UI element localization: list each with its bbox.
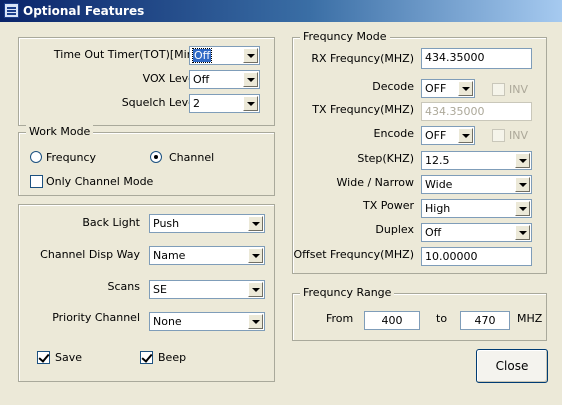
channel-radio[interactable] (150, 151, 162, 163)
frequncy-mode-legend: Frequncy Mode (300, 30, 390, 43)
squelch-select[interactable]: 2 (189, 94, 260, 113)
encode-inv-checkbox[interactable] (492, 129, 505, 142)
encode-label: Encode (373, 127, 414, 140)
squelch-dropdown-arrow-icon[interactable] (243, 96, 258, 111)
offset-frequncy-input[interactable]: 10.00000 (421, 247, 532, 266)
vox-dropdown-arrow-icon[interactable] (243, 72, 258, 87)
from-frequncy-input[interactable]: 400 (364, 311, 420, 330)
rx-frequncy-value: 434.35000 (425, 51, 485, 64)
step-select[interactable]: 12.5 (421, 151, 532, 170)
frequncy-radio-label[interactable]: Frequncy (46, 151, 96, 164)
close-button[interactable]: Close (476, 349, 548, 383)
scans-dropdown-arrow-icon[interactable] (248, 282, 263, 297)
display-group: Back Light Push Channel Disp Way Name Sc… (18, 204, 275, 382)
channel-disp-dropdown-arrow-icon[interactable] (248, 248, 263, 263)
rx-frequncy-label: RX Frequncy(MHZ) (311, 52, 414, 65)
close-button-label: Close (495, 359, 529, 373)
tx-frequncy-label: TX Frequncy(MHZ) (312, 103, 414, 116)
wide-narrow-select[interactable]: Wide (421, 175, 532, 194)
encode-inv-label: INV (509, 129, 528, 142)
back-light-dropdown-arrow-icon[interactable] (248, 216, 263, 231)
to-label: to (436, 312, 448, 325)
decode-inv-label: INV (509, 83, 528, 96)
optional-features-window: Optional Features Time Out Timer(TOT)[Mi… (0, 0, 562, 405)
frequncy-range-group: Frequncy Range From 400 to 470 MHZ (292, 286, 547, 341)
priority-channel-value: None (153, 315, 182, 328)
vox-select[interactable]: Off (189, 70, 260, 89)
priority-channel-label: Priority Channel (52, 311, 140, 324)
duplex-dropdown-arrow-icon[interactable] (515, 225, 530, 240)
tx-power-select[interactable]: High (421, 199, 532, 218)
save-label[interactable]: Save (55, 351, 82, 364)
frequncy-mode-group: Frequncy Mode RX Frequncy(MHZ) 434.35000… (292, 30, 547, 274)
offset-frequncy-value: 10.00000 (425, 250, 478, 263)
only-channel-mode-label[interactable]: Only Channel Mode (46, 175, 153, 188)
squelch-value: 2 (193, 97, 200, 110)
tx-power-label: TX Power (362, 199, 414, 212)
tot-select[interactable]: Off (189, 46, 260, 65)
title-bar[interactable]: Optional Features (0, 0, 562, 22)
tx-frequncy-value: 434.35000 (425, 105, 485, 118)
decode-label: Decode (372, 80, 414, 93)
tot-value: Off (191, 48, 213, 63)
tot-dropdown-arrow-icon[interactable] (243, 48, 258, 63)
only-channel-mode-checkbox[interactable] (30, 175, 43, 188)
encode-value: OFF (425, 129, 447, 142)
back-light-label: Back Light (82, 216, 140, 229)
frequncy-range-legend: Frequncy Range (300, 286, 395, 299)
beep-label[interactable]: Beep (158, 351, 186, 364)
encode-select[interactable]: OFF (421, 126, 475, 145)
rx-frequncy-input[interactable]: 434.35000 (421, 48, 532, 69)
wide-narrow-dropdown-arrow-icon[interactable] (515, 177, 530, 192)
scans-select[interactable]: SE (149, 280, 265, 299)
channel-disp-label: Channel Disp Way (40, 248, 140, 261)
squelch-label: Squelch Level (121, 96, 198, 109)
from-label: From (326, 312, 354, 325)
priority-channel-dropdown-arrow-icon[interactable] (248, 314, 263, 329)
work-mode-group: Work Mode Frequncy Channel Only Channel … (18, 125, 275, 196)
save-checkbox[interactable] (37, 351, 50, 364)
offset-frequncy-label: Offset Frequncy(MHZ) (293, 248, 414, 261)
tx-power-value: High (425, 202, 451, 215)
decode-inv-checkbox[interactable] (492, 83, 505, 96)
back-light-value: Push (153, 217, 180, 230)
decode-select[interactable]: OFF (421, 79, 475, 98)
scans-label: Scans (107, 280, 140, 293)
from-frequncy-value: 400 (381, 314, 403, 327)
timers-group: Time Out Timer(TOT)[Min] Off VOX Level O… (18, 37, 275, 126)
decode-value: OFF (425, 82, 447, 95)
mhz-unit-label: MHZ (517, 312, 543, 325)
duplex-label: Duplex (375, 223, 414, 236)
step-label: Step(KHZ) (357, 152, 414, 165)
frequncy-radio[interactable] (30, 151, 42, 163)
to-frequncy-value: 470 (474, 314, 496, 327)
tx-power-dropdown-arrow-icon[interactable] (515, 201, 530, 216)
window-title: Optional Features (23, 4, 145, 18)
back-light-select[interactable]: Push (149, 214, 265, 233)
decode-dropdown-arrow-icon[interactable] (458, 81, 473, 96)
to-frequncy-input[interactable]: 470 (460, 311, 510, 330)
priority-channel-select[interactable]: None (149, 312, 265, 331)
vox-value: Off (193, 73, 210, 86)
tx-frequncy-input[interactable]: 434.35000 (421, 102, 532, 121)
wide-narrow-label: Wide / Narrow (336, 176, 414, 189)
duplex-value: Off (425, 226, 442, 239)
scans-value: SE (153, 283, 167, 296)
app-icon (4, 3, 19, 18)
channel-disp-value: Name (153, 249, 186, 262)
tot-label: Time Out Timer(TOT)[Min] (53, 48, 198, 61)
encode-dropdown-arrow-icon[interactable] (458, 128, 473, 143)
beep-checkbox[interactable] (140, 351, 153, 364)
channel-disp-select[interactable]: Name (149, 246, 265, 265)
duplex-select[interactable]: Off (421, 223, 532, 242)
wide-narrow-value: Wide (425, 178, 453, 191)
channel-radio-label[interactable]: Channel (169, 151, 214, 164)
work-mode-legend: Work Mode (26, 125, 94, 138)
step-dropdown-arrow-icon[interactable] (515, 153, 530, 168)
step-value: 12.5 (425, 154, 450, 167)
